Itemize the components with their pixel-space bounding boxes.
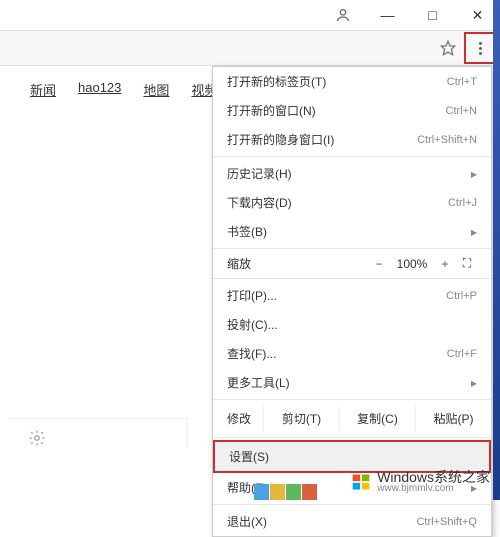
menu-new-window[interactable]: 打开新的窗口(N) Ctrl+N (213, 96, 491, 125)
zoom-label: 缩放 (227, 255, 367, 272)
chrome-menu: 打开新的标签页(T) Ctrl+T 打开新的窗口(N) Ctrl+N 打开新的隐… (212, 66, 492, 537)
menu-new-tab[interactable]: 打开新的标签页(T) Ctrl+T (213, 67, 491, 96)
watermark-sub: www.bjmmlv.com (377, 484, 490, 494)
menu-shortcut: Ctrl+T (447, 76, 477, 88)
menu-label: 打开新的隐身窗口(I) (227, 131, 417, 148)
menu-shortcut: Ctrl+J (448, 197, 477, 209)
watermark: Windows系统之家 www.bjmmlv.com (351, 470, 490, 494)
menu-more-tools[interactable]: 更多工具(L) ▸ (213, 368, 491, 397)
submenu-arrow-icon: ▸ (463, 376, 477, 390)
menu-label: 设置(S) (229, 448, 475, 465)
right-edge-strip (493, 0, 500, 500)
profile-icon[interactable] (320, 0, 365, 30)
menu-label: 历史记录(H) (227, 165, 463, 182)
menu-shortcut: Ctrl+N (446, 105, 477, 117)
menu-history[interactable]: 历史记录(H) ▸ (213, 159, 491, 188)
menu-print[interactable]: 打印(P)... Ctrl+P (213, 281, 491, 310)
minimize-button[interactable]: — (365, 0, 410, 30)
menu-label: 查找(F)... (227, 345, 447, 362)
menu-shortcut: Ctrl+P (446, 290, 477, 302)
nav-link-news[interactable]: 新闻 (30, 80, 56, 99)
submenu-arrow-icon: ▸ (463, 167, 477, 181)
maximize-button[interactable]: □ (410, 0, 455, 30)
color-blocks (254, 484, 317, 500)
menu-label: 下载内容(D) (227, 194, 448, 211)
menu-label: 打开新的标签页(T) (227, 73, 447, 90)
menu-shortcut: Ctrl+Shift+Q (416, 516, 477, 528)
menu-label: 投射(C)... (227, 316, 477, 333)
zoom-value: 100% (391, 257, 433, 271)
menu-shortcut: Ctrl+Shift+N (417, 134, 477, 146)
menu-cast[interactable]: 投射(C)... (213, 310, 491, 339)
menu-label: 打开新的窗口(N) (227, 102, 446, 119)
windows-icon (351, 472, 371, 492)
cut-button[interactable]: 剪切(T) (263, 406, 339, 431)
window-titlebar: — □ ✕ (0, 0, 500, 30)
menu-zoom: 缩放 − 100% + ⛶ (213, 251, 491, 276)
zoom-out-button[interactable]: − (367, 257, 391, 271)
menu-label: 更多工具(L) (227, 374, 463, 391)
menu-downloads[interactable]: 下载内容(D) Ctrl+J (213, 188, 491, 217)
menu-label: 打印(P)... (227, 287, 446, 304)
nav-link-hao123[interactable]: hao123 (78, 80, 121, 99)
bookmark-star-icon[interactable] (432, 32, 464, 64)
menu-bookmarks[interactable]: 书签(B) ▸ (213, 217, 491, 246)
menu-incognito[interactable]: 打开新的隐身窗口(I) Ctrl+Shift+N (213, 125, 491, 154)
gear-icon (28, 429, 46, 447)
fullscreen-icon[interactable]: ⛶ (457, 256, 477, 271)
nav-link-map[interactable]: 地图 (143, 80, 169, 99)
menu-shortcut: Ctrl+F (447, 348, 477, 360)
paste-button[interactable]: 粘贴(P) (415, 406, 491, 431)
copy-button[interactable]: 复制(C) (339, 406, 415, 431)
menu-exit[interactable]: 退出(X) Ctrl+Shift+Q (213, 507, 491, 536)
menu-find[interactable]: 查找(F)... Ctrl+F (213, 339, 491, 368)
gear-corner[interactable] (8, 418, 188, 448)
zoom-in-button[interactable]: + (433, 257, 457, 271)
menu-label: 书签(B) (227, 223, 463, 240)
submenu-arrow-icon: ▸ (463, 225, 477, 239)
menu-button[interactable] (464, 32, 496, 64)
edit-label: 修改 (213, 410, 263, 427)
browser-toolbar (0, 30, 500, 66)
menu-label: 退出(X) (227, 513, 416, 530)
menu-edit-row: 修改 剪切(T) 复制(C) 粘贴(P) (213, 402, 491, 435)
